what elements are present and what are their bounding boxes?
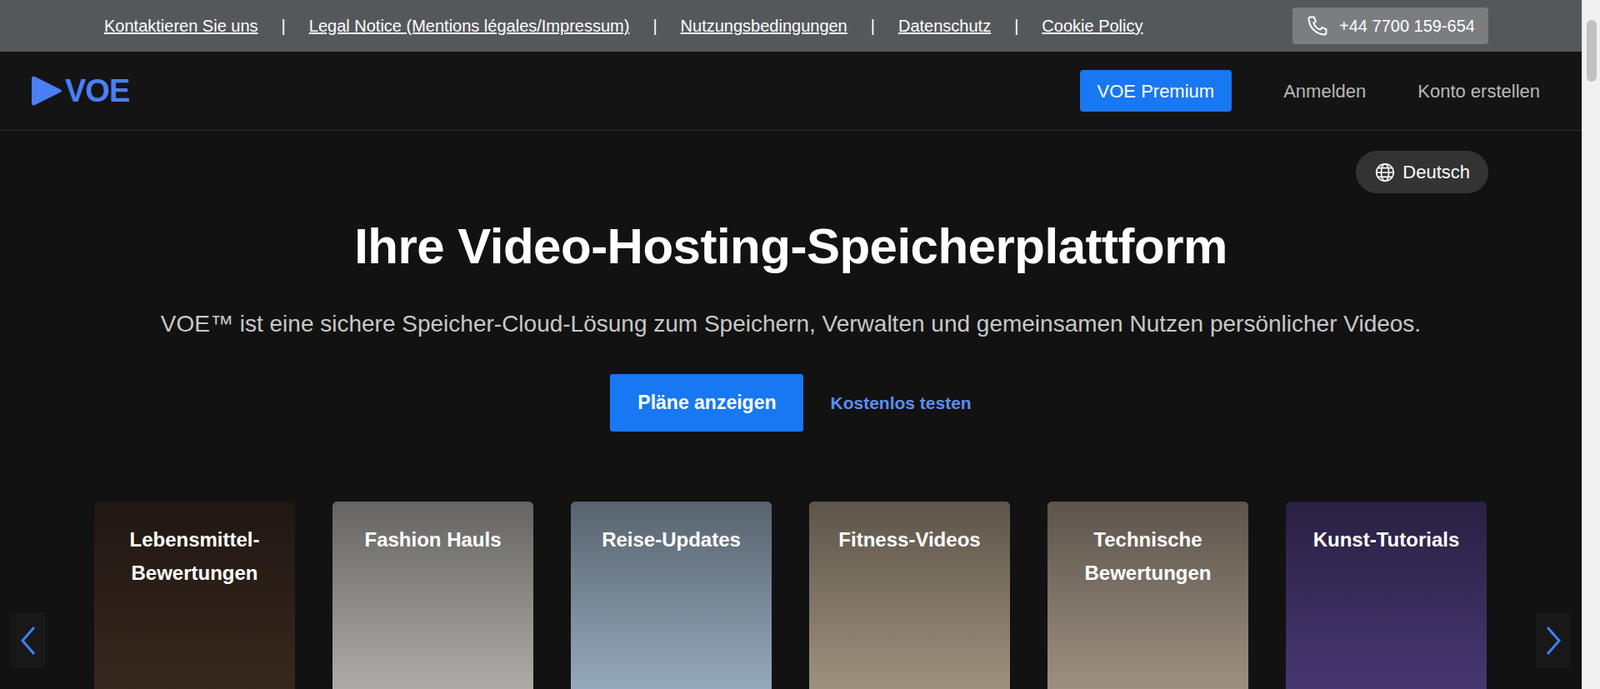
category-card[interactable]: Lebensmittel-Bewertungen — [94, 501, 295, 689]
nav-actions: VOE Premium Anmelden Konto erstellen — [1080, 70, 1540, 112]
category-card[interactable]: Technische Bewertungen — [1047, 501, 1249, 689]
globe-icon — [1374, 161, 1396, 184]
top-bar: Kontaktieren Sie uns | Legal Notice (Menti… — [0, 0, 1582, 52]
chevron-left-icon — [18, 624, 39, 658]
language-row: Deutsch — [0, 150, 1582, 194]
scrollbar-thumb[interactable] — [1586, 20, 1597, 82]
premium-button[interactable]: VOE Premium — [1080, 70, 1233, 112]
logo-text: VOE — [65, 67, 130, 115]
category-card[interactable]: Kunst-Tutorials — [1285, 501, 1487, 689]
category-card[interactable]: Fashion Hauls — [332, 501, 534, 689]
carousel-track: Lebensmittel-Bewertungen Fashion Hauls Rei… — [94, 501, 1488, 689]
scrollbar[interactable] — [1581, 0, 1600, 689]
language-selector[interactable]: Deutsch — [1355, 150, 1489, 194]
category-card[interactable]: Reise-Updates — [570, 501, 772, 689]
play-logo-icon — [30, 73, 64, 109]
card-title: Kunst-Tutorials — [1285, 501, 1487, 557]
chevron-right-icon — [1543, 624, 1564, 658]
carousel: Lebensmittel-Bewertungen Fashion Hauls Rei… — [0, 501, 1582, 689]
card-title: Fitness-Videos — [809, 501, 1010, 557]
carousel-prev-button[interactable] — [10, 612, 45, 669]
separator: | — [652, 13, 657, 39]
category-card[interactable]: Fitness-Videos — [809, 501, 1010, 689]
top-link[interactable]: Kontaktieren Sie uns — [104, 13, 259, 39]
navbar: VOE VOE Premium Anmelden Konto erstellen — [0, 51, 1582, 131]
hero-subtitle: VOE™ ist eine sichere Speicher-Cloud-Lös… — [0, 307, 1582, 341]
card-title: Lebensmittel-Bewertungen — [94, 501, 295, 590]
signup-link[interactable]: Konto erstellen — [1417, 77, 1540, 105]
card-title: Fashion Hauls — [332, 501, 534, 557]
login-link[interactable]: Anmelden — [1283, 77, 1366, 105]
top-link[interactable]: Legal Notice (Mentions légales/Impressum… — [309, 13, 630, 39]
top-links: Kontaktieren Sie uns | Legal Notice (Menti… — [104, 13, 1144, 39]
hero-title: Ihre Video-Hosting-Speicherplattform — [0, 216, 1582, 277]
separator: | — [870, 13, 875, 39]
phone-button[interactable]: +44 7700 159-654 — [1292, 7, 1489, 45]
separator: | — [281, 13, 286, 39]
phone-number: +44 7700 159-654 — [1339, 13, 1475, 39]
card-title: Reise-Updates — [570, 501, 772, 557]
carousel-next-button[interactable] — [1535, 612, 1570, 669]
language-label: Deutsch — [1402, 158, 1470, 186]
top-link[interactable]: Cookie Policy — [1041, 13, 1143, 39]
separator: | — [1014, 13, 1019, 39]
logo[interactable]: VOE — [30, 67, 130, 115]
hero-buttons: Pläne anzeigen Kostenlos testen — [0, 374, 1582, 432]
phone-icon — [1305, 14, 1330, 38]
top-link[interactable]: Datenschutz — [898, 13, 991, 39]
plans-button[interactable]: Pläne anzeigen — [610, 374, 804, 432]
free-trial-link[interactable]: Kostenlos testen — [830, 390, 971, 417]
card-title: Technische Bewertungen — [1047, 501, 1249, 590]
top-link[interactable]: Nutzungsbedingungen — [680, 13, 848, 39]
